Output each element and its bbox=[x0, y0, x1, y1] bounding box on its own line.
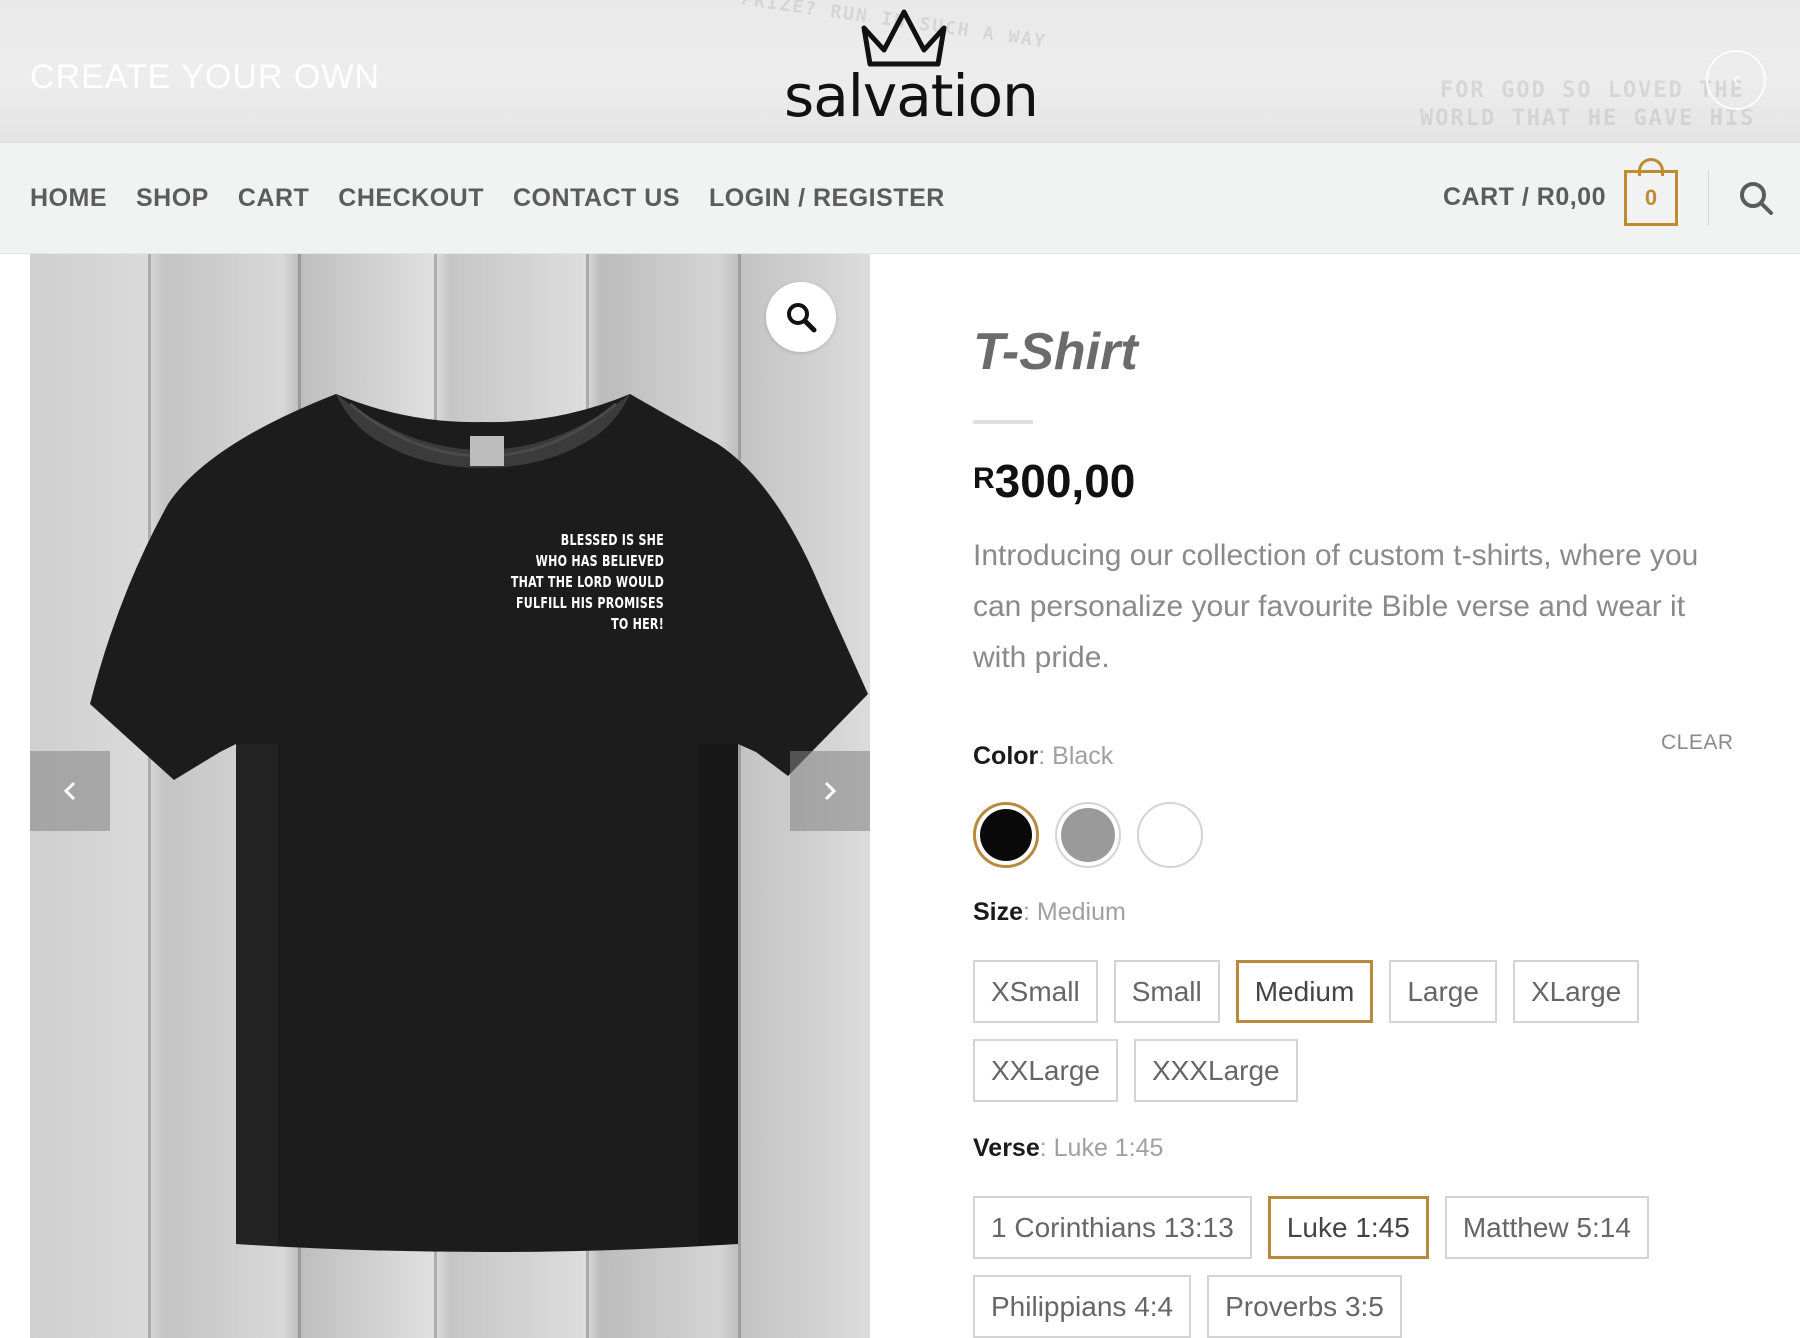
tshirt-image bbox=[90, 394, 868, 1252]
size-option-xlarge[interactable]: XLarge bbox=[1512, 960, 1640, 1023]
verse-option-matthew-5-14[interactable]: Matthew 5:14 bbox=[1444, 1196, 1649, 1259]
cart-total-link[interactable]: CART / R0,00 bbox=[1443, 183, 1606, 212]
search-button[interactable] bbox=[1736, 178, 1776, 218]
magnifier-icon bbox=[787, 303, 817, 333]
nav-divider bbox=[1708, 170, 1709, 226]
product-price: R300,00 bbox=[973, 454, 1135, 508]
shirt-print-line: BLESSED IS SHE bbox=[560, 531, 664, 549]
verse-option-proverbs-3-5[interactable]: Proverbs 3:5 bbox=[1207, 1275, 1402, 1338]
nav-home[interactable]: HOME bbox=[30, 184, 107, 213]
shirt-print-line: FULFILL HIS PROMISES bbox=[515, 594, 664, 612]
nav-checkout[interactable]: CHECKOUT bbox=[338, 184, 484, 213]
size-option-xsmall[interactable]: XSmall bbox=[973, 960, 1098, 1023]
nav-shop[interactable]: SHOP bbox=[136, 184, 209, 213]
size-options: XSmall Small Medium Large XLarge XXLarge… bbox=[973, 960, 1673, 1102]
nav-cart[interactable]: CART bbox=[238, 184, 309, 213]
shirt-print-line: TO HER! bbox=[611, 615, 664, 633]
size-label-name: Size bbox=[973, 898, 1024, 926]
verse-option-philippians-4-4[interactable]: Philippians 4:4 bbox=[973, 1275, 1192, 1338]
zoom-button[interactable] bbox=[766, 282, 836, 352]
color-swatches bbox=[973, 802, 1203, 868]
verse-option-1-corinthians-13-13[interactable]: 1 Corinthians 13:13 bbox=[973, 1196, 1252, 1259]
main-navigation: HOME SHOP CART CHECKOUT CONTACT US LOGIN… bbox=[0, 143, 1800, 254]
size-label-value: : Medium bbox=[1023, 898, 1126, 926]
verse-options: 1 Corinthians 13:13 Luke 1:45 Matthew 5:… bbox=[973, 1196, 1693, 1338]
background-scripture-text: FOR GOD SO LOVED THE bbox=[1440, 78, 1745, 103]
verse-option-luke-1-45[interactable]: Luke 1:45 bbox=[1267, 1196, 1429, 1259]
size-option-large[interactable]: Large bbox=[1389, 960, 1497, 1023]
price-currency: R bbox=[973, 462, 995, 495]
gallery-next-button[interactable] bbox=[790, 751, 870, 831]
nav-contact-us[interactable]: CONTACT US bbox=[513, 184, 680, 213]
color-label-value: : Black bbox=[1038, 742, 1114, 770]
header-banner: PRIZE? RUN IN SUCH A WAY FOR GOD SO LOVE… bbox=[0, 0, 1800, 143]
cart-bag-icon[interactable]: 0 bbox=[1624, 158, 1678, 228]
shirt-print-line: THAT THE LORD WOULD bbox=[510, 573, 664, 591]
background-scripture-text: WORLD THAT HE GAVE HIS bbox=[1420, 106, 1756, 131]
slider-circle-button[interactable]: ‹ bbox=[1706, 50, 1766, 110]
product-summary: T-Shirt R300,00 Introducing our collecti… bbox=[973, 254, 1773, 1338]
size-option-xxlarge[interactable]: XXLarge bbox=[973, 1039, 1118, 1102]
cart-count: 0 bbox=[1644, 185, 1658, 210]
color-swatch-grey[interactable] bbox=[1055, 802, 1121, 868]
color-swatch-white[interactable] bbox=[1137, 802, 1203, 868]
nav-login-register[interactable]: LOGIN / REGISTER bbox=[709, 184, 945, 213]
search-icon bbox=[1740, 182, 1773, 215]
chevron-right-icon bbox=[824, 781, 837, 801]
crown-icon bbox=[861, 9, 947, 67]
cart-count-badge: 0 bbox=[1624, 170, 1678, 226]
product-description: Introducing our collection of custom t-s… bbox=[973, 539, 1699, 674]
chevron-left-icon bbox=[63, 781, 76, 801]
chevron-left-icon: ‹ bbox=[1732, 68, 1740, 91]
nav-links: HOME SHOP CART CHECKOUT CONTACT US LOGIN… bbox=[30, 143, 945, 254]
gallery-prev-button[interactable] bbox=[30, 751, 110, 831]
size-option-xxxlarge[interactable]: XXXLarge bbox=[1133, 1039, 1298, 1102]
title-divider bbox=[973, 420, 1033, 424]
color-label-name: Color bbox=[973, 742, 1039, 770]
product-title: T-Shirt bbox=[973, 323, 1138, 381]
verse-label-value: : Luke 1:45 bbox=[1039, 1134, 1164, 1162]
clear-selection-link[interactable]: CLEAR bbox=[1661, 731, 1734, 755]
size-option-medium[interactable]: Medium bbox=[1235, 960, 1374, 1023]
product-image-gallery[interactable]: BLESSED IS SHE WHO HAS BELIEVED THAT THE… bbox=[30, 254, 870, 1338]
shirt-print-line: WHO HAS BELIEVED bbox=[535, 552, 664, 570]
color-swatch-black[interactable] bbox=[973, 802, 1039, 868]
site-logo[interactable]: salvation bbox=[784, 6, 1039, 138]
price-amount: 300,00 bbox=[994, 455, 1136, 507]
shirt-print-text: BLESSED IS SHE WHO HAS BELIEVED THAT THE… bbox=[480, 530, 664, 635]
create-your-own-link[interactable]: CREATE YOUR OWN bbox=[30, 58, 380, 97]
logo-wordmark: salvation bbox=[784, 62, 1039, 130]
verse-label-name: Verse bbox=[973, 1134, 1040, 1162]
size-label: Size: Medium bbox=[973, 898, 1126, 927]
size-option-small[interactable]: Small bbox=[1113, 960, 1220, 1023]
verse-label: Verse: Luke 1:45 bbox=[973, 1134, 1163, 1163]
color-label: Color: Black bbox=[973, 742, 1113, 771]
